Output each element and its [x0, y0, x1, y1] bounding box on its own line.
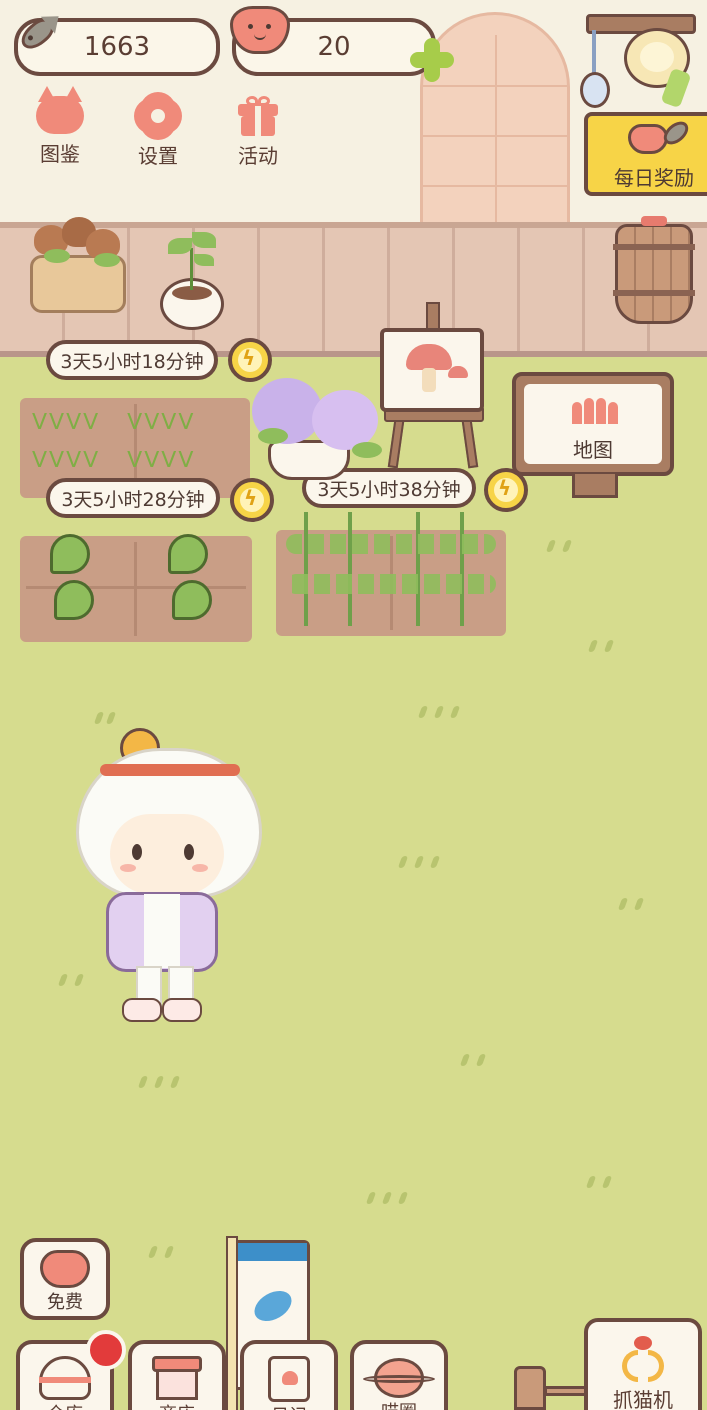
hydrangea-pot[interactable]: [248, 372, 388, 482]
add-hearts-plus-icon[interactable]: [410, 38, 454, 82]
diary-button[interactable]: 日记: [240, 1340, 338, 1410]
mushroom-basket[interactable]: [24, 215, 134, 315]
warehouse-label: 仓库: [47, 1404, 83, 1410]
corn-crops: [286, 512, 496, 628]
notification-dot: [86, 1330, 126, 1370]
daily-reward-heart-fish-icon: [628, 124, 668, 154]
free-label: 免费: [47, 1292, 83, 1313]
map-sign-post: [572, 474, 618, 498]
free-hearts-button[interactable]: 免费: [20, 1238, 110, 1320]
gear-icon: [138, 96, 178, 136]
player-character[interactable]: [70, 728, 266, 1028]
heart-icon: [230, 6, 292, 56]
plot-2-speedup-icon[interactable]: ϟ: [230, 478, 274, 522]
warehouse-icon: [39, 1356, 91, 1400]
shop-label: 商店: [159, 1404, 195, 1410]
gift-icon: [238, 96, 278, 136]
map-signboard[interactable]: 地图: [512, 372, 674, 476]
settings-button[interactable]: 设置: [118, 96, 198, 169]
plot-2-timer: 3天5小时28分钟: [46, 478, 220, 518]
map-label: 地图: [573, 438, 613, 462]
diary-icon: [268, 1356, 310, 1402]
events-label: 活动: [238, 144, 278, 168]
game-scene: 1663 20 图鉴 设置 活动 每日奖励 ᐯᐯᐯᐯ ᐯᐯᐯᐯ ᐯᐯᐯᐯ ᐯᐯᐯ…: [0, 0, 707, 1410]
collection-button[interactable]: 图鉴: [20, 86, 100, 167]
settings-label: 设置: [138, 144, 178, 168]
fence-map-icon: [572, 398, 618, 424]
seedling-row: ᐯᐯᐯᐯ ᐯᐯᐯᐯ ᐯᐯᐯᐯ ᐯᐯᐯᐯ: [32, 410, 196, 473]
heart-currency-value: 20: [317, 32, 351, 62]
daily-reward-button[interactable]: 每日奖励: [584, 112, 707, 196]
cat-circle-button[interactable]: 喵圈: [350, 1340, 448, 1410]
sprout-pot[interactable]: [158, 228, 228, 332]
collection-label: 图鉴: [40, 142, 80, 166]
tool-rack: [580, 10, 707, 120]
heart-face-icon: [40, 1250, 90, 1288]
easel-painting[interactable]: [376, 302, 488, 469]
banner-pole: [226, 1236, 238, 1410]
claw-machine-label: 抓猫机: [613, 1388, 673, 1410]
cat-head-icon: [36, 86, 84, 134]
shop-button[interactable]: 商店: [128, 1340, 226, 1410]
diary-label: 日记: [271, 1406, 307, 1410]
fish-banner-icon: [249, 1284, 297, 1328]
plot-1-timer: 3天5小时18分钟: [46, 340, 218, 380]
claw-machine-button[interactable]: 抓猫机: [584, 1318, 702, 1410]
fence-post-left: [514, 1366, 546, 1410]
plot-1-timer-text: 3天5小时18分钟: [60, 350, 204, 373]
plot-2-timer-text: 3天5小时28分钟: [61, 488, 205, 511]
claw-icon: [618, 1336, 668, 1384]
daily-reward-label: 每日奖励: [614, 166, 694, 190]
cat-planet-icon: [363, 1358, 435, 1398]
wooden-bucket[interactable]: [613, 214, 695, 324]
fence-rail: [544, 1386, 588, 1396]
leafy-crops: [40, 534, 230, 634]
cat-circle-label: 喵圈: [381, 1402, 417, 1410]
shop-icon: [152, 1356, 202, 1400]
fish-currency-value: 1663: [83, 32, 151, 62]
mushroom-painting-icon: [406, 344, 452, 370]
events-button[interactable]: 活动: [218, 96, 298, 169]
